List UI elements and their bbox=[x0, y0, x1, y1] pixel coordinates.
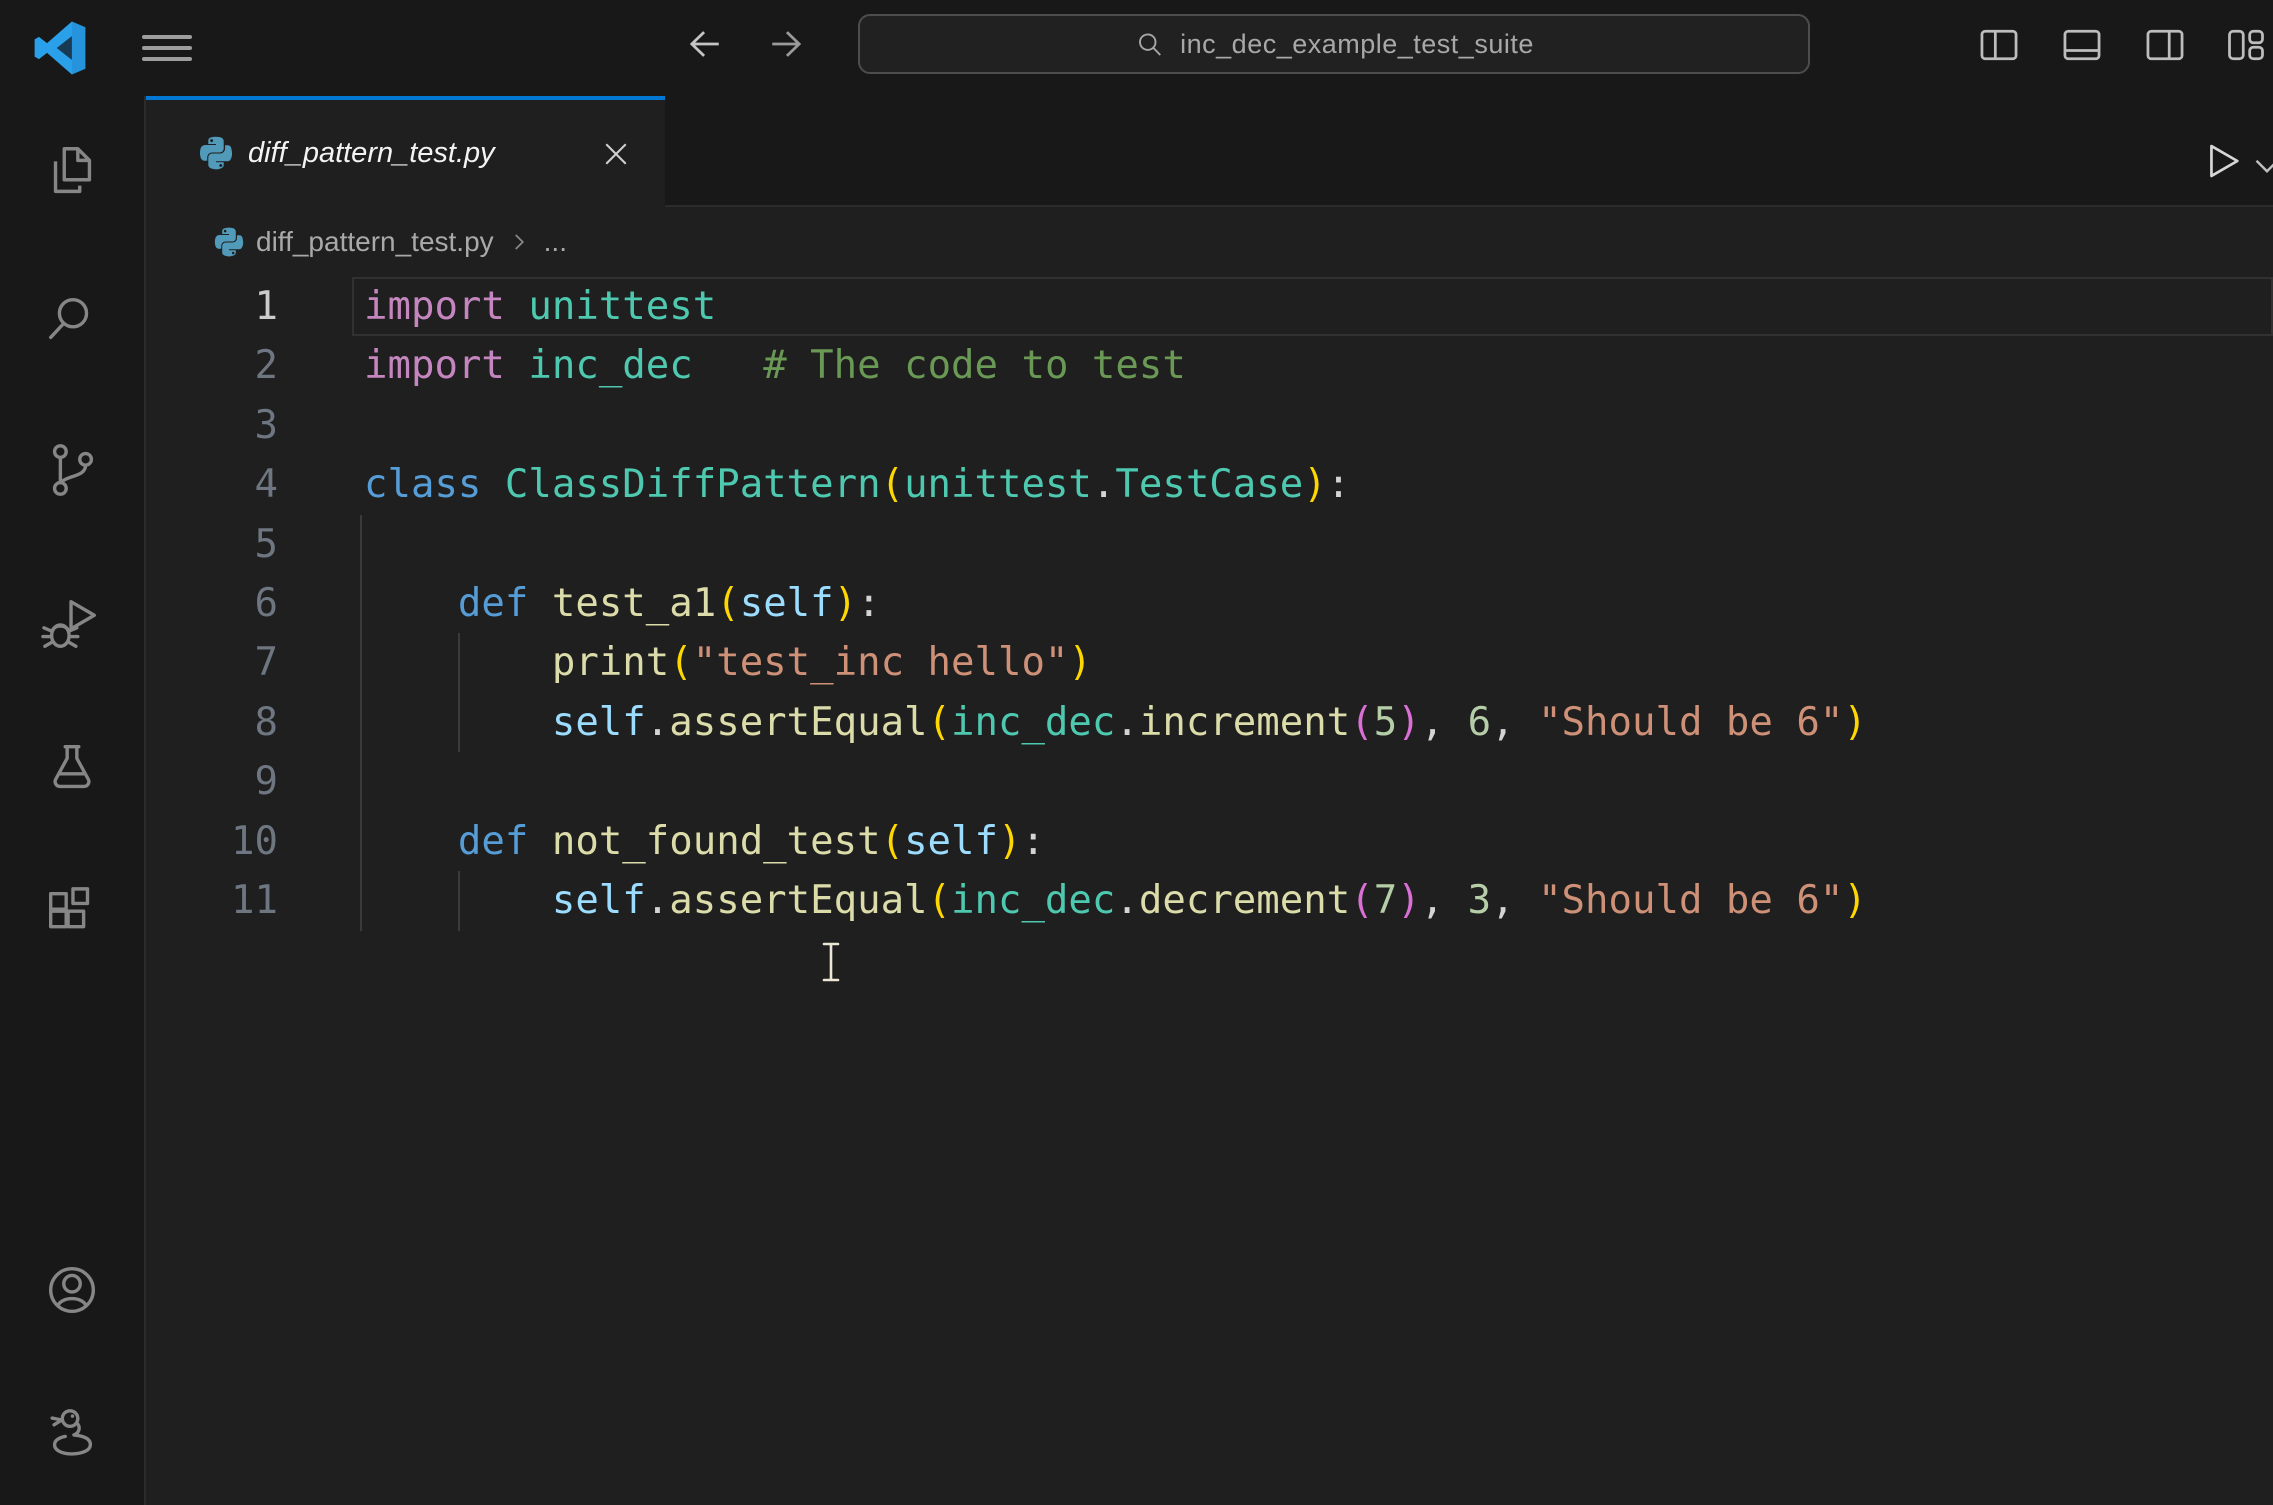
go-back-button[interactable] bbox=[683, 22, 727, 66]
run-python-file-button[interactable] bbox=[2199, 138, 2245, 184]
code-line[interactable]: 2 import inc_dec # The code to test bbox=[146, 336, 2273, 395]
sidebar-item-run-and-debug[interactable] bbox=[41, 592, 103, 654]
line-number[interactable]: 3 bbox=[146, 396, 364, 455]
toggle-primary-sidebar-button[interactable] bbox=[1977, 23, 2021, 67]
code-line-text: def test_a1(self): bbox=[457, 580, 881, 626]
arrow-right-icon bbox=[772, 31, 802, 57]
breadcrumb: diff_pattern_test.py ... bbox=[146, 207, 2273, 277]
python-environments-button[interactable] bbox=[41, 1404, 103, 1466]
line-number[interactable]: 8 bbox=[146, 693, 364, 752]
account-icon bbox=[48, 1266, 96, 1314]
code-line-text: def not_found_test(self): bbox=[457, 818, 1045, 864]
line-number[interactable]: 11 bbox=[146, 871, 364, 930]
code-line[interactable]: 8 self.assertEqual(inc_dec.increment(5),… bbox=[146, 693, 2273, 752]
sidebar-item-extensions[interactable] bbox=[41, 885, 103, 947]
line-number[interactable]: 10 bbox=[146, 812, 364, 871]
toggle-panel-button[interactable] bbox=[2060, 23, 2104, 67]
run-options-dropdown[interactable] bbox=[2249, 148, 2273, 184]
code-line[interactable]: 4 class ClassDiffPattern(unittest.TestCas… bbox=[146, 455, 2273, 514]
layout-sidebar-left-icon bbox=[1980, 29, 2018, 61]
line-number[interactable]: 4 bbox=[146, 455, 364, 514]
sidebar-item-testing[interactable] bbox=[41, 737, 103, 799]
line-number[interactable]: 7 bbox=[146, 633, 364, 692]
code-line[interactable]: 7 print("test_inc hello") bbox=[146, 633, 2273, 692]
code-line-text: self.assertEqual(inc_dec.increment(5), 6… bbox=[551, 699, 1867, 745]
layout-sidebar-right-icon bbox=[2146, 29, 2184, 61]
tab-close-button[interactable] bbox=[598, 136, 634, 172]
line-number[interactable]: 5 bbox=[146, 515, 364, 574]
code-line-text: self.assertEqual(inc_dec.decrement(7), 3… bbox=[551, 877, 1867, 923]
code-line[interactable]: 5 bbox=[146, 515, 2273, 574]
code-line[interactable]: 6 def test_a1(self): bbox=[146, 574, 2273, 633]
beaker-icon bbox=[53, 744, 91, 789]
application-menu-button[interactable] bbox=[142, 27, 192, 69]
editor-code-area[interactable]: 1 import unittest 2 import inc_dec # The co… bbox=[146, 277, 2273, 1505]
title-bar: inc_dec_example_test_suite bbox=[0, 0, 2273, 96]
breadcrumb-more[interactable]: ... bbox=[544, 226, 567, 258]
code-line-text: print("test_inc hello") bbox=[551, 640, 1092, 686]
tab-diff-pattern-test[interactable]: diff_pattern_test.py bbox=[146, 96, 665, 207]
hamburger-icon bbox=[142, 35, 192, 39]
python-file-icon bbox=[214, 227, 244, 257]
toggle-secondary-sidebar-button[interactable] bbox=[2143, 23, 2187, 67]
line-number[interactable]: 2 bbox=[146, 336, 364, 395]
sidebar-item-source-control[interactable] bbox=[41, 439, 103, 501]
line-number[interactable]: 6 bbox=[146, 574, 364, 633]
tab-bar: diff_pattern_test.py bbox=[146, 96, 2273, 207]
code-line-text: class ClassDiffPattern(unittest.TestCase… bbox=[364, 462, 1351, 508]
line-number[interactable]: 1 bbox=[146, 277, 364, 336]
arrow-left-icon bbox=[689, 31, 719, 57]
extensions-icon bbox=[48, 887, 90, 929]
snake-icon bbox=[50, 1409, 93, 1456]
vscode-logo-icon bbox=[33, 20, 87, 76]
line-number[interactable]: 9 bbox=[146, 752, 364, 811]
tab-label: diff_pattern_test.py bbox=[248, 137, 495, 169]
git-branch-icon bbox=[52, 444, 94, 496]
python-file-icon bbox=[199, 136, 233, 170]
code-line-text: import unittest bbox=[364, 284, 717, 329]
breadcrumb-file[interactable]: diff_pattern_test.py bbox=[256, 226, 494, 258]
search-icon bbox=[1139, 33, 1162, 56]
code-line[interactable]: 11 self.assertEqual(inc_dec.decrement(7)… bbox=[146, 871, 2273, 930]
chevron-right-icon bbox=[514, 234, 524, 250]
debug-play-bug-icon bbox=[41, 599, 96, 648]
code-line[interactable]: 1 import unittest bbox=[146, 277, 2273, 336]
code-line[interactable]: 10 def not_found_test(self): bbox=[146, 812, 2273, 871]
customize-layout-icon bbox=[2228, 29, 2264, 61]
search-icon bbox=[48, 297, 89, 340]
activity-bar bbox=[0, 96, 146, 1505]
editor-group: diff_pattern_test.py diff_pattern_test.p… bbox=[146, 96, 2273, 1505]
sidebar-item-search[interactable] bbox=[41, 289, 103, 351]
command-center-search[interactable]: inc_dec_example_test_suite bbox=[858, 14, 1810, 74]
code-lines: 1 import unittest 2 import inc_dec # The co… bbox=[146, 277, 2273, 930]
go-forward-button[interactable] bbox=[764, 22, 808, 66]
files-icon bbox=[53, 147, 92, 194]
code-line-text: import inc_dec # The code to test bbox=[364, 343, 1186, 389]
layout-panel-icon bbox=[2063, 29, 2101, 61]
chevron-down-icon bbox=[2255, 159, 2273, 173]
code-line[interactable]: 3 bbox=[146, 396, 2273, 455]
customize-layout-button[interactable] bbox=[2224, 23, 2268, 67]
code-line[interactable]: 9 bbox=[146, 752, 2273, 811]
accounts-button[interactable] bbox=[41, 1259, 103, 1321]
sidebar-item-explorer[interactable] bbox=[41, 141, 103, 203]
close-icon bbox=[605, 143, 627, 165]
search-value: inc_dec_example_test_suite bbox=[1180, 28, 1534, 59]
play-icon bbox=[2210, 144, 2239, 178]
